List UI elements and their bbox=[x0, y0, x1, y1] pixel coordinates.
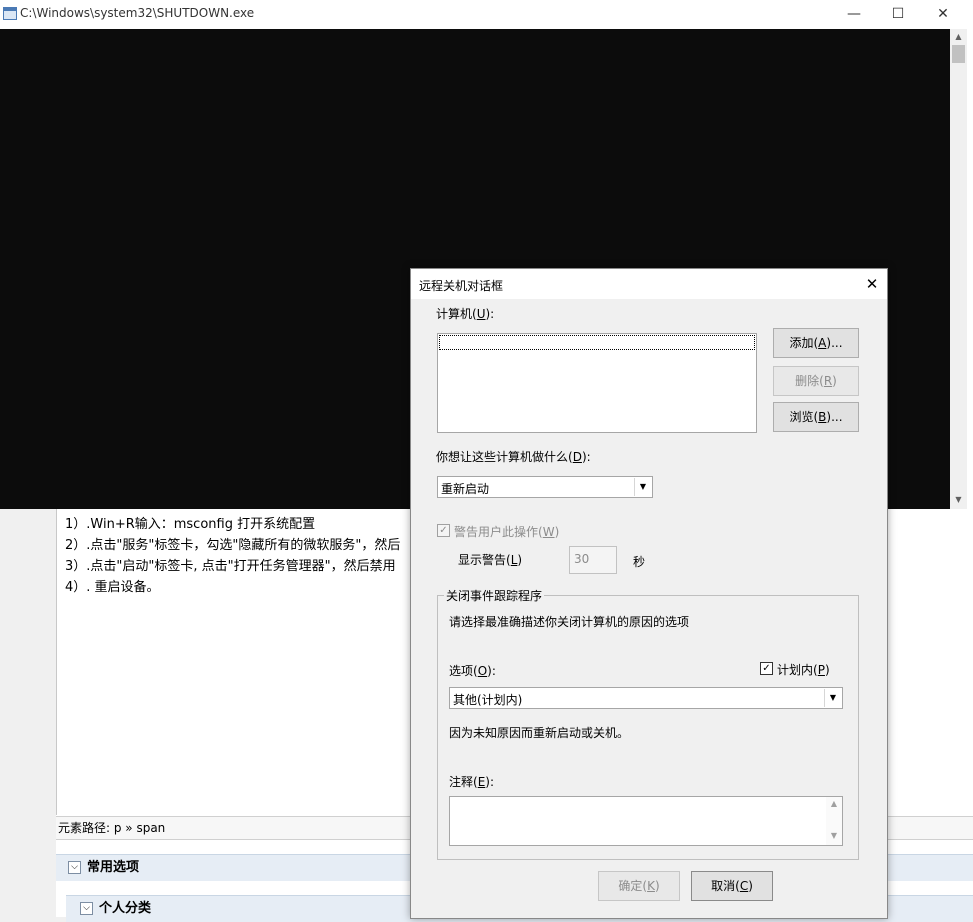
content-line-2: 2）.点击"服务"标签卡，勾选"隐藏所有的微软服务"，然后 bbox=[65, 538, 401, 553]
dialog-title: 远程关机对话框 bbox=[419, 279, 504, 293]
console-title: C:\Windows\system32\SHUTDOWN.exe bbox=[20, 6, 255, 20]
scrollbar-thumb[interactable] bbox=[952, 45, 965, 63]
computer-label-text: 计算机 bbox=[436, 307, 473, 321]
option-accesskey: O bbox=[477, 664, 488, 678]
content-line-4: 4）. 重启设备。 bbox=[65, 580, 160, 595]
cancel-button-label: 取消 bbox=[711, 879, 736, 893]
cancel-button[interactable]: 取消(C) bbox=[691, 871, 773, 901]
scroll-down-icon[interactable]: ▼ bbox=[826, 831, 842, 840]
show-warning-accesskey: L bbox=[510, 553, 518, 567]
maximize-button[interactable]: ☐ bbox=[875, 0, 921, 28]
minimize-button[interactable]: — bbox=[831, 0, 877, 28]
computer-accesskey: U bbox=[476, 307, 486, 321]
planned-label: 计划内(P) bbox=[777, 663, 830, 677]
planned-accesskey: P bbox=[817, 663, 825, 677]
comment-textarea[interactable]: ▲ ▼ bbox=[449, 796, 843, 846]
ok-button-label: 确定 bbox=[618, 879, 643, 893]
option-label: 选项(O): bbox=[449, 664, 496, 678]
warn-label-text: 警告用户此操作 bbox=[454, 525, 539, 539]
warn-checkbox[interactable]: ✓ bbox=[437, 524, 450, 537]
scroll-up-icon[interactable]: ▲ bbox=[950, 29, 967, 44]
cancel-accesskey: C bbox=[739, 879, 749, 893]
action-label: 你想让这些计算机做什么(D): bbox=[436, 450, 591, 464]
dialog-titlebar[interactable]: 远程关机对话框 ✕ bbox=[411, 269, 887, 299]
add-accesskey: A bbox=[818, 336, 827, 350]
console-app-icon bbox=[3, 7, 17, 20]
computer-label: 计算机(U): bbox=[436, 307, 495, 321]
section-personal-category-label: 个人分类 bbox=[99, 901, 152, 916]
remove-accesskey: R bbox=[823, 374, 833, 388]
console-scrollbar[interactable]: ▲ ▼ bbox=[950, 29, 967, 509]
action-accesskey: D bbox=[572, 450, 582, 464]
browse-accesskey: B bbox=[818, 410, 827, 424]
comment-label-text: 注释 bbox=[449, 775, 474, 789]
warn-accesskey: W bbox=[542, 525, 555, 539]
browse-button[interactable]: 浏览(B)... bbox=[773, 402, 859, 432]
scroll-up-icon[interactable]: ▲ bbox=[826, 799, 842, 808]
collapse-icon[interactable]: ⌵ bbox=[68, 861, 81, 874]
dialog-close-icon[interactable]: ✕ bbox=[858, 271, 886, 297]
option-select[interactable]: 其他(计划内) ▼ bbox=[449, 687, 843, 709]
computer-list-focus-row[interactable] bbox=[439, 335, 755, 350]
option-label-text: 选项 bbox=[449, 664, 474, 678]
seconds-unit-label: 秒 bbox=[633, 555, 646, 569]
action-label-text: 你想让这些计算机做什么 bbox=[436, 450, 569, 464]
warn-label: 警告用户此操作(W) bbox=[454, 525, 560, 539]
chevron-down-icon[interactable]: ▼ bbox=[634, 478, 651, 496]
planned-label-text: 计划内 bbox=[777, 663, 814, 677]
ok-button[interactable]: 确定(K) bbox=[598, 871, 680, 901]
warn-seconds-input[interactable]: 30 bbox=[569, 546, 617, 574]
close-button[interactable]: ✕ bbox=[920, 0, 966, 28]
tracker-hint: 请选择最准确描述你关闭计算机的原因的选项 bbox=[449, 615, 690, 629]
ok-accesskey: K bbox=[647, 879, 655, 893]
comment-label: 注释(E): bbox=[449, 775, 495, 789]
remove-button[interactable]: 删除(R) bbox=[773, 366, 859, 396]
content-line-3: 3）.点击"启动"标签卡, 点击"打开任务管理器"，然后禁用 bbox=[65, 559, 396, 574]
collapse-icon[interactable]: ⌵ bbox=[80, 902, 93, 915]
computer-list[interactable] bbox=[437, 333, 757, 433]
planned-checkbox[interactable]: ✓ bbox=[760, 662, 773, 675]
remote-shutdown-dialog: 远程关机对话框 ✕ 计算机(U): 添加(A)... 删除(R) 浏览(B)..… bbox=[410, 268, 888, 919]
action-select[interactable]: 重新启动 ▼ bbox=[437, 476, 653, 498]
option-selected-value: 其他(计划内) bbox=[453, 693, 523, 707]
comment-scrollbar[interactable]: ▲ ▼ bbox=[826, 797, 842, 845]
chevron-down-icon[interactable]: ▼ bbox=[824, 689, 841, 707]
comment-accesskey: E bbox=[477, 775, 486, 789]
add-button-label: 添加 bbox=[789, 336, 814, 350]
reason-description: 因为未知原因而重新启动或关机。 bbox=[449, 726, 630, 740]
scroll-down-icon[interactable]: ▼ bbox=[950, 492, 967, 507]
browse-button-label: 浏览 bbox=[789, 410, 814, 424]
section-common-options-label: 常用选项 bbox=[87, 860, 140, 875]
remove-button-label: 删除 bbox=[795, 374, 820, 388]
show-warning-label-text: 显示警告 bbox=[458, 553, 507, 567]
background-left-strip bbox=[0, 505, 56, 917]
tracker-group-title: 关闭事件跟踪程序 bbox=[444, 587, 545, 604]
action-selected-value: 重新启动 bbox=[441, 482, 490, 496]
add-button[interactable]: 添加(A)... bbox=[773, 328, 859, 358]
show-warning-label: 显示警告(L) bbox=[458, 553, 523, 567]
console-titlebar[interactable]: C:\Windows\system32\SHUTDOWN.exe — ☐ ✕ bbox=[0, 0, 973, 28]
content-line-1: 1）.Win+R输入：msconfig 打开系统配置 bbox=[65, 517, 316, 532]
